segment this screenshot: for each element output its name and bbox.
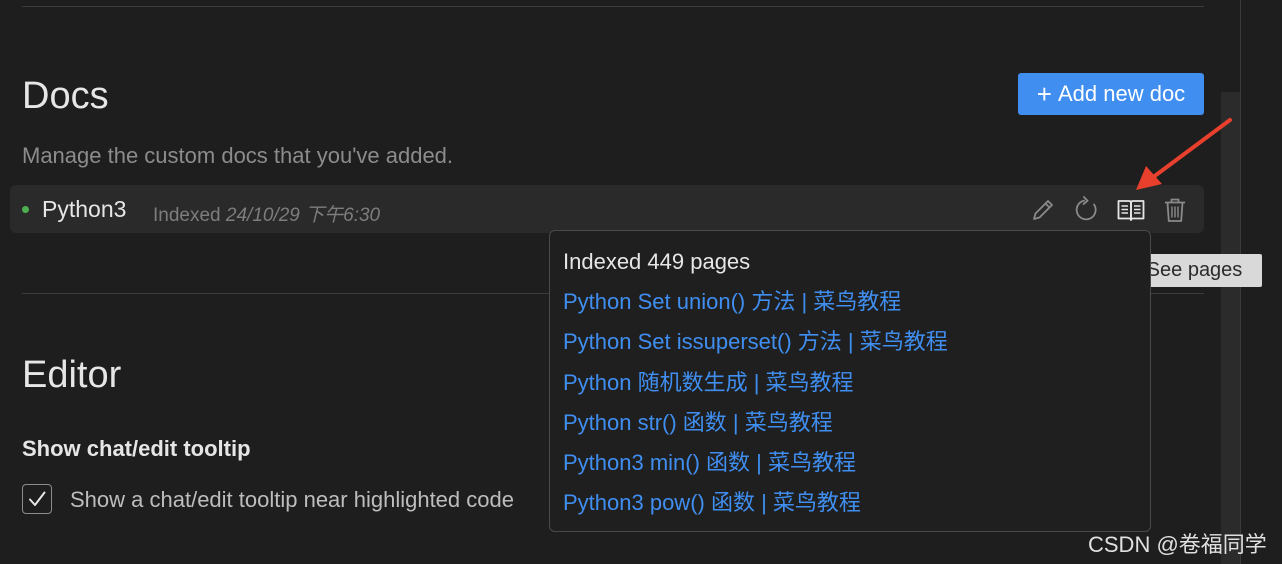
list-item: Python str() 函数 | 菜鸟教程 <box>563 410 1150 450</box>
add-new-doc-label: Add new doc <box>1057 81 1186 106</box>
refresh-icon[interactable] <box>1072 195 1102 225</box>
doc-name: Python3 <box>42 196 127 222</box>
show-tooltip-checkbox[interactable] <box>22 484 52 514</box>
annotation-arrow-icon <box>1136 118 1232 190</box>
list-item: Python Set issuperset() 方法 | 菜鸟教程 <box>563 329 1150 369</box>
list-item: Python3 pow() 函数 | 菜鸟教程 <box>563 490 1150 530</box>
list-item: Python Set union() 方法 | 菜鸟教程 <box>563 289 1150 329</box>
page-link[interactable]: Python Set union() 方法 | 菜鸟教程 <box>563 289 901 314</box>
indexed-label: Indexed <box>153 205 221 226</box>
page-link[interactable]: Python Set issuperset() 方法 | 菜鸟教程 <box>563 329 948 354</box>
plus-icon: + <box>1036 79 1052 109</box>
indexed-date: 24/10/29 下午6:30 <box>225 205 381 226</box>
indexed-pages-count: Indexed 449 pages <box>563 249 751 274</box>
page-link[interactable]: Python str() 函数 | 菜鸟教程 <box>563 410 833 435</box>
docs-section-title: Docs <box>22 75 109 117</box>
docs-subtitle: Manage the custom docs that you've added… <box>22 143 454 168</box>
page-link[interactable]: Python3 min() 函数 | 菜鸟教程 <box>563 450 856 475</box>
indexed-pages-popover: Indexed 449 pages Python Set union() 方法 … <box>549 230 1151 532</box>
settings-page: Docs + Add new doc Manage the custom doc… <box>0 0 1282 564</box>
doc-indexed-info: Indexed 24/10/29 下午6:30 <box>153 200 380 227</box>
divider <box>22 6 1204 7</box>
edit-pencil-icon[interactable] <box>1028 195 1058 225</box>
page-link[interactable]: Python 随机数生成 | 菜鸟教程 <box>563 370 854 395</box>
trash-icon[interactable] <box>1160 195 1190 225</box>
checkmark-icon <box>29 491 46 506</box>
editor-section-title: Editor <box>22 354 122 396</box>
list-item: Python3 min() 函数 | 菜鸟教程 <box>563 450 1150 490</box>
book-icon[interactable] <box>1116 195 1146 225</box>
show-tooltip-setting-label: Show chat/edit tooltip <box>22 436 251 461</box>
indexed-pages-list: Python Set union() 方法 | 菜鸟教程 Python Set … <box>563 289 1150 531</box>
indexed-status-dot <box>22 206 29 213</box>
doc-row-python3[interactable]: Python3 Indexed 24/10/29 下午6:30 <box>10 185 1204 233</box>
csdn-watermark: CSDN @卷福同学 <box>1088 532 1267 557</box>
show-tooltip-checkbox-label: Show a chat/edit tooltip near highlighte… <box>70 487 514 512</box>
list-item: Python 随机数生成 | 菜鸟教程 <box>563 370 1150 410</box>
page-link[interactable]: Python3 pow() 函数 | 菜鸟教程 <box>563 490 861 515</box>
add-new-doc-button[interactable]: + Add new doc <box>1018 73 1204 115</box>
